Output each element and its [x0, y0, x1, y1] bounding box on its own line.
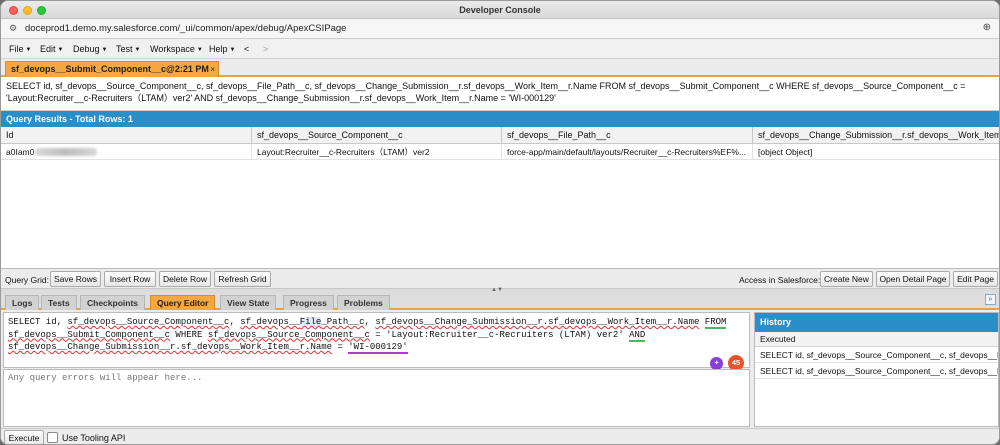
menu-edit[interactable]: Edit ▼	[40, 44, 63, 54]
query-grid-label: Query Grid:	[5, 275, 49, 285]
query-editor-input[interactable]: SELECT id, sf_devops__Source_Component__…	[3, 312, 750, 371]
menu-debug[interactable]: Debug ▼	[73, 44, 107, 54]
nav-forward-button[interactable]: >	[263, 44, 268, 54]
editor-line-3: sf_devops__Change_Submission__r.sf_devop…	[8, 342, 408, 354]
column-header-file-path[interactable]: sf_devops__File_Path__c	[502, 127, 753, 144]
menu-bar: File ▼ Edit ▼ Debug ▼ Test ▼ Workspace ▼ Help…	[1, 39, 999, 59]
open-detail-page-button[interactable]: Open Detail Page	[876, 271, 950, 287]
maximize-window-button[interactable]	[37, 6, 46, 15]
editor-line-2: sf_devops__Submit_Component__c WHERE sf_…	[8, 329, 646, 342]
cell-id[interactable]: a0Iam0	[1, 144, 252, 160]
save-rows-button[interactable]: Save Rows	[50, 271, 101, 287]
column-header-work-item[interactable]: sf_devops__Change_Submission__r.sf_devop…	[753, 127, 999, 144]
url-text[interactable]: doceprod1.demo.my.salesforce.com/_ui/com…	[25, 23, 346, 34]
results-grid: Id sf_devops__Source_Component__c sf_dev…	[1, 127, 999, 269]
execute-button[interactable]: Execute	[4, 430, 44, 444]
grid-header-row: Id sf_devops__Source_Component__c sf_dev…	[1, 127, 999, 144]
chevron-down-icon: ▼	[196, 47, 203, 53]
cell-work-item[interactable]: [object Object]	[753, 144, 999, 160]
developer-console-window: Developer Console ⚙ doceprod1.demo.my.sa…	[0, 0, 1000, 445]
menu-file[interactable]: File ▼	[9, 44, 31, 54]
close-window-button[interactable]	[9, 6, 18, 15]
executed-query-text: SELECT id, sf_devops__Source_Component__…	[1, 77, 999, 111]
delete-row-button[interactable]: Delete Row	[159, 271, 211, 287]
menu-test[interactable]: Test ▼	[116, 44, 140, 54]
column-header-id[interactable]: Id	[1, 127, 252, 144]
editor-line-1: SELECT id, sf_devops__Source_Component__…	[8, 317, 727, 329]
chevron-down-icon: ▼	[229, 47, 236, 53]
chevron-down-icon: ▼	[134, 47, 141, 53]
minimize-window-button[interactable]	[23, 6, 32, 15]
history-panel: History Executed SELECT id, sf_devops__S…	[754, 312, 999, 427]
menu-workspace[interactable]: Workspace ▼	[150, 44, 203, 54]
url-bar: ⚙ doceprod1.demo.my.salesforce.com/_ui/c…	[1, 19, 999, 39]
file-tab-strip: sf_devops__Submit_Component__c@2:21 PM ×	[1, 59, 999, 77]
results-header: Query Results - Total Rows: 1	[1, 111, 999, 127]
nav-back-button[interactable]: <	[244, 44, 249, 54]
redacted-value	[35, 148, 98, 156]
cell-source-component[interactable]: Layout:Recruiter__c-Recruiters（LTAM）ver2	[252, 144, 502, 160]
history-item[interactable]: SELECT id, sf_devops__Source_Component__…	[755, 347, 998, 363]
refresh-grid-button[interactable]: Refresh Grid	[214, 271, 271, 287]
cell-file-path[interactable]: force-app/main/default/layouts/Recruiter…	[502, 144, 753, 160]
chevron-down-icon: ▼	[25, 47, 32, 53]
expand-panel-icon[interactable]: »	[985, 294, 996, 305]
tab-problems[interactable]: Problems	[337, 295, 390, 310]
history-column-executed: Executed	[755, 332, 998, 347]
use-tooling-api-label[interactable]: Use Tooling API	[62, 433, 125, 443]
tab-tests[interactable]: Tests	[41, 295, 77, 310]
menu-help[interactable]: Help ▼	[209, 44, 235, 54]
query-errors-panel: Any query errors will appear here...	[3, 369, 750, 427]
tab-view-state[interactable]: View State	[220, 295, 277, 310]
chevron-down-icon: ▼	[101, 47, 108, 53]
history-item[interactable]: SELECT id, sf_devops__Source_Component__…	[755, 363, 998, 379]
edit-page-button[interactable]: Edit Page	[953, 271, 998, 287]
tab-query-editor[interactable]: Query Editor	[150, 295, 216, 310]
column-header-source-component[interactable]: sf_devops__Source_Component__c	[252, 127, 502, 144]
access-in-salesforce-label: Access in Salesforce:	[739, 275, 821, 285]
tab-progress[interactable]: Progress	[283, 295, 334, 310]
window-title: Developer Console	[459, 5, 541, 15]
site-settings-icon[interactable]: ⚙	[9, 23, 19, 33]
tab-logs[interactable]: Logs	[5, 295, 40, 310]
tab-checkpoints[interactable]: Checkpoints	[80, 295, 146, 310]
table-row[interactable]: a0Iam0 Layout:Recruiter__c-Recruiters（LT…	[1, 144, 999, 160]
close-icon[interactable]: ×	[210, 62, 215, 77]
file-tab-submit-component[interactable]: sf_devops__Submit_Component__c@2:21 PM ×	[5, 61, 219, 77]
query-grid-toolbar: Query Grid: Save Rows Insert Row Delete …	[1, 269, 999, 289]
insert-row-button[interactable]: Insert Row	[104, 271, 156, 287]
footer-bar: Execute Use Tooling API	[1, 428, 999, 444]
use-tooling-api-checkbox[interactable]	[47, 432, 58, 443]
chevron-down-icon: ▼	[57, 47, 64, 53]
title-bar: Developer Console	[1, 1, 999, 19]
history-title: History	[755, 313, 998, 332]
bottom-tab-bar: Logs Tests Checkpoints Query Editor View…	[1, 293, 999, 310]
file-tab-label: sf_devops__Submit_Component__c@2:21 PM	[11, 64, 209, 74]
create-new-button[interactable]: Create New	[820, 271, 873, 287]
zoom-icon[interactable]: ⊕	[983, 22, 991, 33]
